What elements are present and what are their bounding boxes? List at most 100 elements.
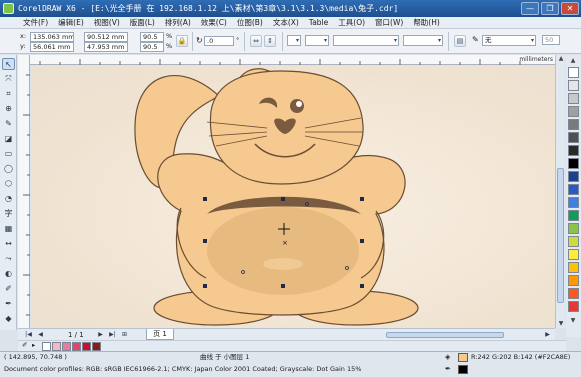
doc-swatch[interactable] bbox=[92, 342, 101, 351]
palette-swatch[interactable] bbox=[568, 301, 579, 312]
palette-swatch[interactable] bbox=[568, 210, 579, 221]
menu-edit[interactable]: 编辑(E) bbox=[53, 18, 89, 28]
freehand-tool-icon[interactable]: ✎ bbox=[2, 118, 15, 130]
palette-swatch[interactable] bbox=[568, 119, 579, 130]
scale-y-field[interactable]: 90.5 bbox=[140, 42, 164, 52]
doc-swatch[interactable] bbox=[52, 342, 61, 351]
mirror-v-icon[interactable]: ⇕ bbox=[264, 35, 276, 47]
line-style-dropdown[interactable]: ▾ bbox=[305, 35, 329, 46]
mirror-h-icon[interactable]: ⇔ bbox=[250, 35, 262, 47]
menu-view[interactable]: 视图(V) bbox=[89, 18, 125, 28]
maximize-button[interactable]: ❐ bbox=[541, 2, 559, 15]
height-field[interactable]: 47.953 mm bbox=[84, 42, 128, 52]
crop-tool-icon[interactable]: ⌗ bbox=[2, 88, 15, 100]
x-position-field[interactable]: 135.063 mm bbox=[30, 32, 74, 42]
smart-fill-icon[interactable]: ◪ bbox=[2, 133, 15, 145]
table-tool-icon[interactable]: ▦ bbox=[2, 223, 15, 235]
prev-page-icon[interactable]: ◀ bbox=[36, 331, 45, 339]
menu-file[interactable]: 文件(F) bbox=[18, 18, 53, 28]
scroll-up-icon[interactable]: ▲ bbox=[557, 55, 565, 63]
palette-arrow-icon[interactable]: ▸ bbox=[32, 341, 35, 350]
blend-tool-icon[interactable]: ◐ bbox=[2, 268, 15, 280]
palette-swatch[interactable] bbox=[568, 145, 579, 156]
pen-icon: ✎ bbox=[472, 35, 479, 44]
outline-width-dropdown[interactable]: 无 ▾ bbox=[482, 35, 536, 46]
palette-swatch[interactable] bbox=[568, 132, 579, 143]
palette-swatch[interactable] bbox=[568, 262, 579, 273]
shape-tool-icon[interactable]: ⤧ bbox=[2, 73, 15, 85]
palette-up-icon[interactable]: ▲ bbox=[569, 57, 577, 65]
menu-arrange[interactable]: 排列(A) bbox=[160, 18, 196, 28]
palette-swatch[interactable] bbox=[568, 67, 579, 78]
first-page-icon[interactable]: |◀ bbox=[24, 331, 33, 339]
outline-tool-icon[interactable]: ✒ bbox=[2, 298, 15, 310]
width-field[interactable]: 90.512 mm bbox=[84, 32, 128, 42]
rotation-angle-field[interactable]: .0 bbox=[204, 36, 234, 46]
separator bbox=[192, 32, 193, 51]
start-arrow-dropdown[interactable]: ▾ bbox=[287, 35, 301, 46]
palette-swatch[interactable] bbox=[568, 275, 579, 286]
palette-swatch[interactable] bbox=[568, 158, 579, 169]
doc-swatch[interactable] bbox=[62, 342, 71, 351]
y-position-field[interactable]: 56.061 mm bbox=[30, 42, 74, 52]
dimension-tool-icon[interactable]: ↔ bbox=[2, 238, 15, 250]
scale-x-field[interactable]: 90.5 bbox=[140, 32, 164, 42]
palette-swatch[interactable] bbox=[568, 197, 579, 208]
connector-tool-icon[interactable]: ⤳ bbox=[2, 253, 15, 265]
separator bbox=[282, 32, 283, 51]
cursor-coordinates: ( 142.895, 70.748 ) bbox=[4, 353, 67, 361]
text-tool-icon[interactable]: 字 bbox=[2, 208, 15, 220]
horizontal-ruler[interactable] bbox=[30, 55, 555, 65]
wrap-icon[interactable]: ▤ bbox=[454, 35, 466, 47]
menu-table[interactable]: Table bbox=[304, 18, 333, 28]
menu-tools[interactable]: 工具(O) bbox=[333, 18, 370, 28]
menu-bitmaps[interactable]: 位图(B) bbox=[232, 18, 268, 28]
outline-style-dropdown[interactable]: ▾ bbox=[333, 35, 399, 46]
polygon-tool-icon[interactable]: ⬡ bbox=[2, 178, 15, 190]
menu-help[interactable]: 帮助(H) bbox=[408, 18, 445, 28]
vertical-scroll-thumb[interactable] bbox=[557, 168, 564, 303]
palette-swatch[interactable] bbox=[568, 93, 579, 104]
last-page-icon[interactable]: ▶| bbox=[108, 331, 117, 339]
rectangle-tool-icon[interactable]: ▭ bbox=[2, 148, 15, 160]
fill-tool-icon[interactable]: ◆ bbox=[2, 313, 15, 325]
horizontal-scroll-thumb[interactable] bbox=[386, 332, 504, 338]
palette-swatch[interactable] bbox=[568, 223, 579, 234]
minimize-button[interactable]: — bbox=[521, 2, 539, 15]
disabled-value-field: 50 bbox=[542, 35, 560, 45]
page-tab-1[interactable]: 页 1 bbox=[146, 329, 174, 340]
palette-swatch[interactable] bbox=[568, 236, 579, 247]
basic-shapes-icon[interactable]: ◔ bbox=[2, 193, 15, 205]
end-arrow-dropdown[interactable]: ▾ bbox=[403, 35, 443, 46]
palette-swatch[interactable] bbox=[568, 80, 579, 91]
palette-swatch[interactable] bbox=[568, 171, 579, 182]
zoom-tool-icon[interactable]: ⊕ bbox=[2, 103, 15, 115]
palette-swatch[interactable] bbox=[568, 288, 579, 299]
palette-swatch[interactable] bbox=[568, 106, 579, 117]
next-page-icon[interactable]: ▶ bbox=[96, 331, 105, 339]
doc-swatch[interactable] bbox=[42, 342, 51, 351]
eyedropper-tool-icon[interactable]: ✐ bbox=[2, 283, 15, 295]
doc-swatch[interactable] bbox=[82, 342, 91, 351]
eyedropper-icon[interactable]: ✐ bbox=[22, 341, 27, 350]
menu-effects[interactable]: 效果(C) bbox=[196, 18, 232, 28]
scroll-down-icon[interactable]: ▼ bbox=[557, 320, 565, 328]
drawing-canvas[interactable]: × bbox=[31, 66, 555, 328]
coreldraw-logo-icon bbox=[3, 3, 14, 14]
menu-layout[interactable]: 版面(L) bbox=[125, 18, 160, 28]
menu-window[interactable]: 窗口(W) bbox=[370, 18, 408, 28]
doc-swatch[interactable] bbox=[72, 342, 81, 351]
right-eye-shine bbox=[296, 101, 302, 107]
menu-text[interactable]: 文本(X) bbox=[268, 18, 304, 28]
vertical-ruler[interactable] bbox=[18, 55, 30, 328]
ellipse-tool-icon[interactable]: ◯ bbox=[2, 163, 15, 175]
palette-swatch[interactable] bbox=[568, 249, 579, 260]
lock-ratio-icon[interactable]: 🔒 bbox=[176, 35, 188, 47]
palette-swatch[interactable] bbox=[568, 184, 579, 195]
add-page-icon[interactable]: ⊞ bbox=[120, 331, 129, 339]
palette-down-icon[interactable]: ▼ bbox=[569, 317, 577, 325]
scroll-right-icon[interactable]: ▶ bbox=[543, 331, 552, 339]
close-button[interactable]: ✕ bbox=[561, 2, 579, 15]
vertical-scrollbar[interactable]: ▲ ▼ bbox=[555, 55, 565, 328]
pick-tool-icon[interactable]: ↖ bbox=[2, 58, 15, 70]
